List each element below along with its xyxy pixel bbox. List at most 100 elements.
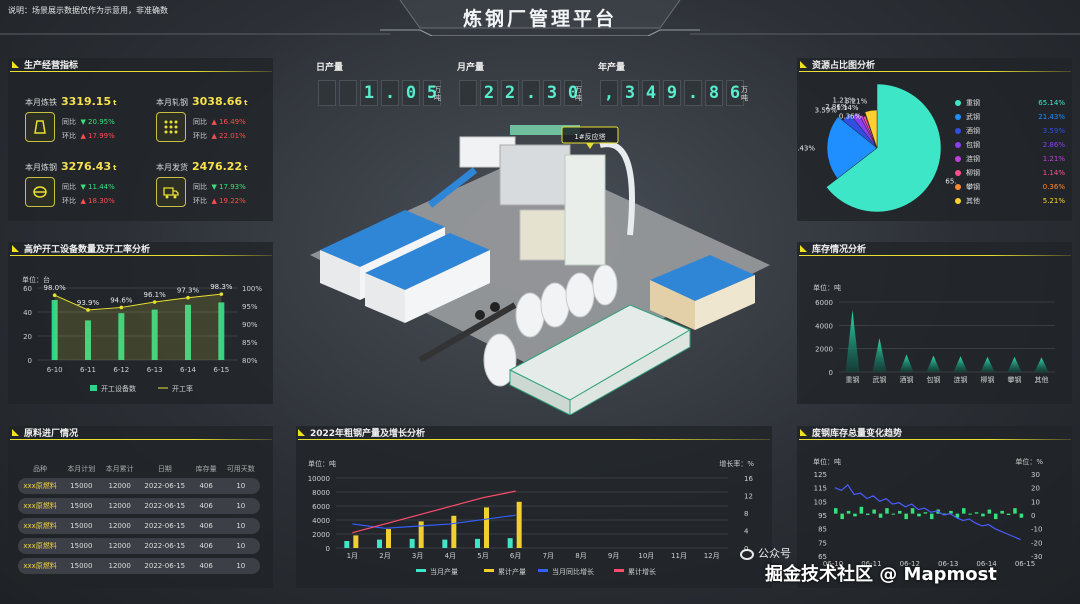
cell: 12000	[100, 498, 139, 514]
stock-bar	[872, 509, 876, 514]
stock-bar	[962, 508, 966, 514]
stock-bar	[866, 513, 870, 515]
inventory-title: 库存情况分析	[800, 242, 866, 255]
y-axis-unit: 单位：台	[22, 275, 50, 284]
panel-underline	[799, 71, 1071, 72]
table-row[interactable]: xxx原燃料 15000 12000 2022-06-15 406 10	[18, 518, 260, 534]
legend-name: 其他	[966, 197, 980, 205]
legend-value: 1.21%	[1042, 155, 1065, 163]
rate-point	[186, 295, 190, 300]
x-tick-label: 涟钢	[954, 375, 968, 384]
y-axis-unit: 单位：吨	[813, 457, 841, 466]
cell: 10	[221, 498, 260, 514]
kpi-yoy: 同比 ▼ 20.95%	[62, 118, 115, 126]
y-tick-label: 8000	[312, 489, 330, 497]
inventory-spike	[1007, 356, 1022, 372]
y2-tick-label: 80%	[242, 357, 258, 365]
y2-tick-label: 0	[1031, 512, 1035, 520]
x-tick-label: 酒钢	[900, 375, 914, 384]
cell: 2022-06-15	[138, 498, 191, 514]
stock-bar	[994, 513, 998, 520]
data-label: 94.6%	[110, 296, 133, 304]
watermark-text: 掘金技术社区 @ Mapmost	[765, 564, 997, 585]
cell: 406	[190, 478, 222, 494]
digit-cell: ,	[600, 80, 618, 106]
legend-value: 0.36%	[1042, 183, 1065, 191]
table-row[interactable]: xxx原燃料 15000 12000 2022-06-15 406 10	[18, 558, 260, 574]
data-label: 97.3%	[177, 287, 200, 295]
legend-name: 包钢	[966, 141, 980, 149]
legend-swatch	[484, 569, 494, 572]
ladle-icon	[25, 177, 55, 207]
legend-item: 包钢 2.86%	[955, 140, 1065, 150]
pie-data-label: 5.21%	[845, 98, 868, 106]
y2-tick-label: 8	[744, 510, 748, 518]
reactor-pointer	[586, 143, 594, 149]
header-line	[0, 33, 1080, 35]
inventory-chart: 单位：吨 0 2000 4000 6000 重钢 武钢 酒钢 包钢 涟钢 柳钢 攀钢 其他	[813, 283, 1055, 384]
inventory-spike	[1034, 357, 1049, 372]
x-tick-label: 6月	[510, 552, 521, 560]
x-tick-label: 重钢	[846, 375, 860, 384]
monthly-output-label: 月产量	[457, 63, 485, 73]
y-tick-label: 6000	[815, 299, 833, 307]
cell: 15000	[62, 558, 101, 574]
y-axis-unit: 单位：吨	[308, 459, 336, 468]
digit-cell: .	[381, 80, 399, 106]
table-row[interactable]: xxx原燃料 15000 12000 2022-06-15 406 10	[18, 478, 260, 494]
rate-point	[119, 305, 124, 310]
cell: xxx原燃料	[18, 478, 63, 494]
rate-point	[52, 293, 57, 297]
data-label: 98.3%	[210, 283, 233, 291]
panel-underline	[10, 439, 272, 440]
table-row[interactable]: xxx原燃料 15000 12000 2022-06-15 406 10	[18, 538, 260, 554]
bar-monthly-output	[507, 538, 513, 548]
cell: 406	[190, 518, 222, 534]
y-tick-label: 6000	[312, 503, 330, 511]
legend-name: 酒钢	[966, 127, 980, 135]
panel-underline	[10, 71, 272, 72]
rail-cart	[490, 302, 500, 312]
inventory-spike	[980, 356, 995, 372]
kpi-yoy: 同比 ▼ 11.44%	[62, 183, 115, 191]
legend-value: 3.59%	[1042, 127, 1065, 135]
plant-3d-scene[interactable]: 1#反应塔	[300, 115, 780, 415]
rail-cart	[475, 310, 485, 320]
legend-item: 武钢 21.43%	[955, 112, 1065, 122]
legend-label: 累计产量	[498, 567, 526, 576]
y2-tick-label: -20	[1031, 539, 1042, 547]
cell: 15000	[62, 498, 101, 514]
kpi-yoy: 同比 ▲ 16.49%	[193, 118, 246, 126]
legend-name: 涟钢	[966, 155, 980, 163]
y2-tick-label: 16	[744, 475, 753, 483]
y2-tick-label: 95%	[242, 303, 258, 311]
x-tick-label: 9月	[608, 552, 619, 560]
x-tick-label: 6-15	[213, 366, 229, 374]
legend-dot	[955, 128, 961, 134]
kpi-yoy: 同比 ▼ 17.93%	[193, 183, 246, 191]
y-tick-label: 10000	[308, 475, 330, 483]
panel-underline	[799, 255, 1071, 256]
bar-cumulative-output	[516, 501, 522, 548]
stock-bar	[974, 512, 979, 514]
x-tick-label: 06-15	[1015, 560, 1035, 568]
bar-monthly-output	[377, 539, 382, 548]
bar-monthly-output	[442, 539, 448, 548]
resources-pie-chart: 65.14%21.43%3.59%2.86%1.21%1.14%0.36%5.2…	[797, 83, 957, 213]
yearly-output-label: 年产量	[598, 63, 626, 73]
legend-value: 21.43%	[1038, 113, 1065, 121]
reactor-label: 1#反应塔	[574, 132, 605, 141]
legend-dot	[955, 142, 961, 148]
cell: 10	[221, 478, 260, 494]
stock-bar	[859, 506, 864, 514]
furnace-title: 高炉开工设备数量及开工率分析	[12, 242, 150, 255]
panel-underline	[298, 439, 770, 440]
stock-bar	[930, 513, 934, 520]
bar-monthly-output	[344, 541, 350, 548]
y2-tick-label: 20	[1031, 485, 1040, 493]
stock-bar	[917, 513, 921, 517]
legend-item: 涟钢 1.21%	[955, 154, 1065, 164]
table-row[interactable]: xxx原燃料 15000 12000 2022-06-15 406 10	[18, 498, 260, 514]
kpi-value: 3319.15 t	[61, 95, 117, 108]
x-tick-label: 其他	[1035, 375, 1049, 384]
